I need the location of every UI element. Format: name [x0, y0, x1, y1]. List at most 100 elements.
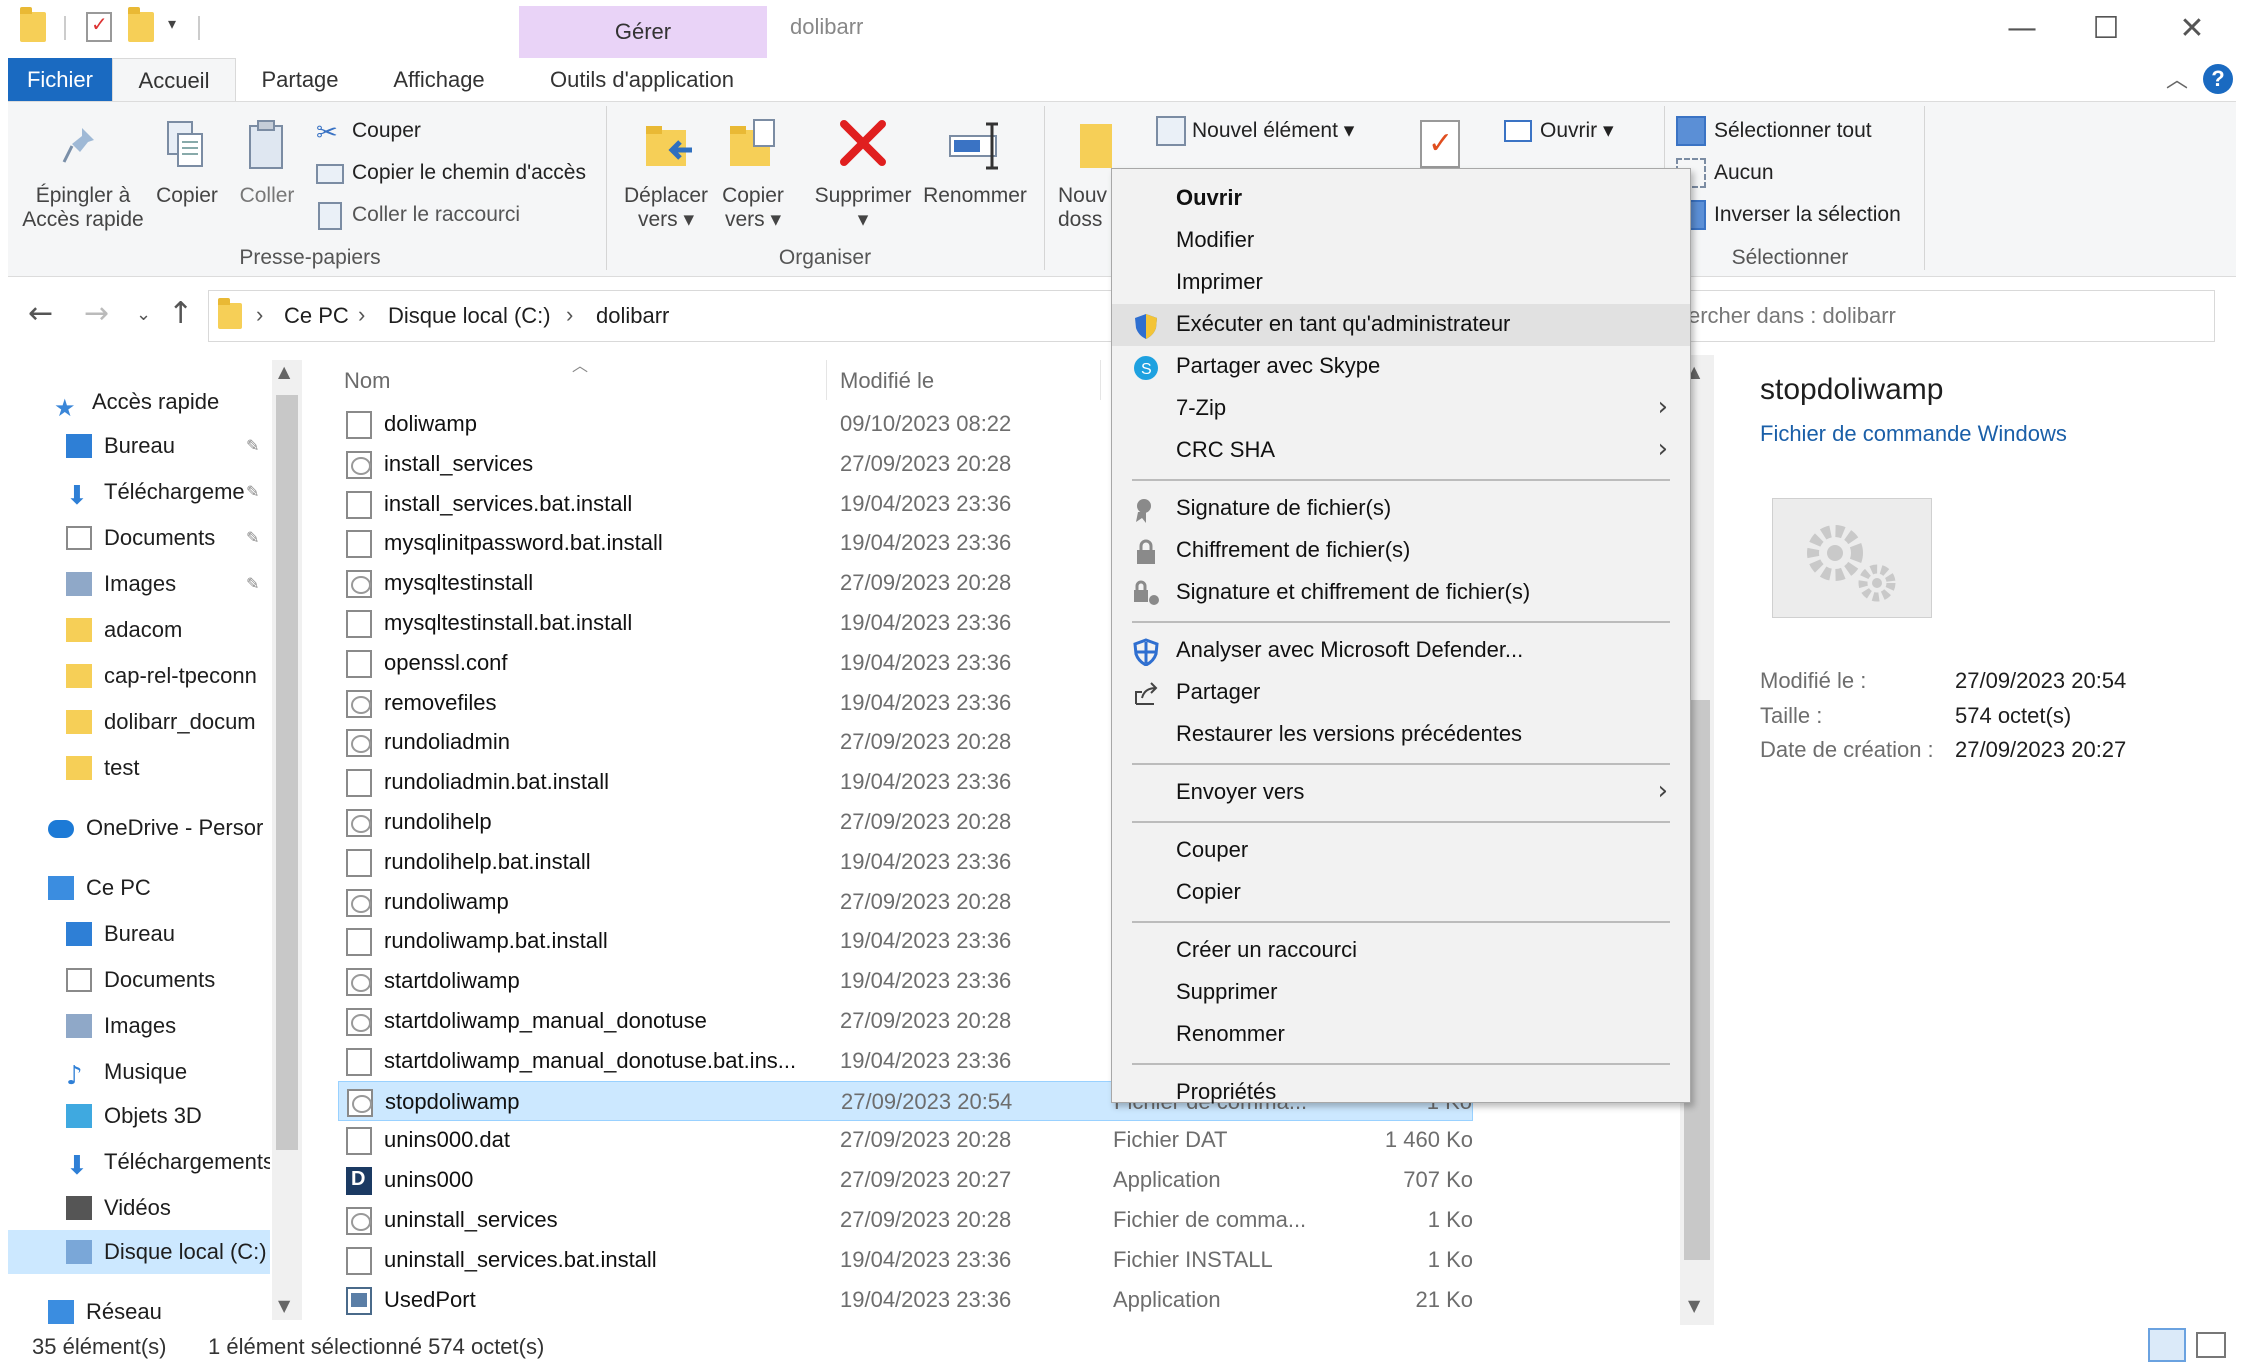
- nav-item[interactable]: adacom: [8, 608, 270, 652]
- nav-item[interactable]: Documents ✎: [8, 516, 270, 560]
- qat-dropdown-icon[interactable]: ▾: [168, 14, 176, 33]
- select-none-button[interactable]: Aucun: [1714, 159, 1774, 187]
- nav-item[interactable]: ⬇ Téléchargements: [8, 1140, 270, 1184]
- copy-path-button[interactable]: Copier le chemin d'accès: [352, 159, 586, 187]
- context-menu-item[interactable]: Renommer: [1112, 1014, 1690, 1054]
- breadcrumb-dolibarr[interactable]: dolibarr: [596, 302, 669, 330]
- new-folder-qat-icon[interactable]: [128, 7, 154, 42]
- back-arrow-icon[interactable]: ←: [28, 296, 53, 331]
- folder-icon: [66, 710, 92, 734]
- nav-item[interactable]: ⬇ Téléchargeme ✎: [8, 470, 270, 514]
- context-menu-item[interactable]: S Partager avec Skype: [1112, 346, 1690, 386]
- file-icon: [346, 649, 372, 678]
- collapse-ribbon-icon[interactable]: ︿: [2166, 62, 2188, 94]
- new-folder-button[interactable]: Nouv doss: [1058, 184, 1112, 232]
- open-button[interactable]: Ouvrir ▾: [1540, 117, 1614, 145]
- context-menu-item[interactable]: Modifier: [1112, 220, 1690, 260]
- forward-arrow-icon[interactable]: →: [84, 296, 109, 331]
- context-menu-item[interactable]: Créer un raccourci: [1112, 930, 1690, 970]
- nav-scroll-up-icon[interactable]: ▲: [278, 362, 290, 381]
- help-icon[interactable]: ?: [2203, 64, 2233, 94]
- delete-button[interactable]: Supprimer ▾: [808, 184, 918, 232]
- new-item-button[interactable]: Nouvel élément ▾: [1192, 117, 1354, 145]
- copy-to-button[interactable]: Copier vers ▾: [708, 184, 798, 232]
- context-menu-item[interactable]: CRC SHA ›: [1112, 430, 1690, 470]
- sign-lock-icon: [1132, 580, 1160, 606]
- nav-item[interactable]: Bureau: [8, 912, 270, 956]
- context-menu-item[interactable]: Ouvrir: [1112, 178, 1690, 218]
- context-menu-item[interactable]: Exécuter en tant qu'administrateur: [1112, 304, 1690, 346]
- file-modified: 19/04/2023 23:36: [840, 530, 1012, 556]
- context-menu-item[interactable]: Signature de fichier(s): [1112, 488, 1690, 528]
- nav-item[interactable]: Objets 3D: [8, 1094, 270, 1138]
- context-menu-item[interactable]: Propriétés: [1112, 1072, 1690, 1112]
- context-menu-item[interactable]: 7-Zip ›: [1112, 388, 1690, 428]
- cut-button[interactable]: Couper: [352, 117, 421, 145]
- breadcrumb-this-pc[interactable]: Ce PC: [284, 302, 349, 330]
- tab-file[interactable]: Fichier: [8, 58, 112, 102]
- title-bar: [0, 0, 2244, 58]
- nav-scrollbar-thumb[interactable]: [276, 395, 298, 1150]
- context-menu-item[interactable]: Chiffrement de fichier(s): [1112, 530, 1690, 570]
- breadcrumb-local-disk[interactable]: Disque local (C:): [388, 302, 551, 330]
- select-group-label: Sélectionner: [1731, 246, 1849, 269]
- file-row[interactable]: unins000 27/09/2023 20:27 Application 707 K…: [338, 1160, 1473, 1200]
- nav-item[interactable]: Images: [8, 1004, 270, 1048]
- nav-item[interactable]: Images ✎: [8, 562, 270, 606]
- move-to-button[interactable]: Déplacer vers ▾: [616, 184, 716, 232]
- nav-item[interactable]: Bureau ✎: [8, 424, 270, 468]
- file-name: UsedPort: [384, 1286, 476, 1312]
- context-menu-item[interactable]: Partager: [1112, 672, 1690, 712]
- nav-item[interactable]: Documents: [8, 958, 270, 1002]
- maximize-button[interactable]: ☐: [2076, 6, 2136, 52]
- rename-button[interactable]: Renommer: [920, 184, 1030, 208]
- tab-view[interactable]: Affichage: [372, 58, 506, 102]
- nav-scroll-down-icon[interactable]: ▼: [278, 1296, 290, 1315]
- file-row[interactable]: uninstall_services.bat.install 19/04/2023…: [338, 1240, 1473, 1280]
- nav-item[interactable]: Disque local (C:): [8, 1230, 270, 1274]
- select-all-button[interactable]: Sélectionner tout: [1714, 117, 1872, 145]
- invert-selection-button[interactable]: Inverser la sélection: [1714, 201, 1901, 229]
- paste-button[interactable]: Coller: [232, 184, 302, 208]
- context-menu-item[interactable]: Restaurer les versions précédentes: [1112, 714, 1690, 754]
- nav-item[interactable]: OneDrive - Persor: [8, 806, 270, 850]
- tab-home[interactable]: Accueil: [112, 58, 236, 102]
- file-modified: 19/04/2023 23:36: [840, 689, 1012, 715]
- tab-share[interactable]: Partage: [248, 58, 352, 102]
- file-row[interactable]: uninstall_services 27/09/2023 20:28 Fichie…: [338, 1200, 1473, 1240]
- pin-quick-access-button[interactable]: Épingler à Accès rapide: [22, 184, 144, 232]
- column-header-name[interactable]: Nom: [344, 368, 390, 394]
- details-view-icon[interactable]: [2148, 1328, 2186, 1362]
- nav-item[interactable]: ★ Accès rapide: [8, 380, 270, 424]
- context-menu-item[interactable]: Supprimer: [1112, 972, 1690, 1012]
- manage-context-tab[interactable]: Gérer: [519, 6, 767, 58]
- file-row[interactable]: UsedPort 19/04/2023 23:36 Application 21 Ko: [338, 1280, 1473, 1320]
- copy-button[interactable]: Copier: [152, 184, 222, 208]
- folder-icon: [20, 7, 46, 42]
- context-menu-item[interactable]: Couper: [1112, 830, 1690, 870]
- context-menu-item[interactable]: Copier: [1112, 872, 1690, 912]
- batch-file-icon: [346, 729, 372, 758]
- column-header-modified[interactable]: Modifié le: [840, 368, 934, 394]
- close-button[interactable]: ✕: [2162, 6, 2222, 52]
- nav-item[interactable]: Vidéos: [8, 1186, 270, 1230]
- context-menu-item[interactable]: Imprimer: [1112, 262, 1690, 302]
- file-row[interactable]: unins000.dat 27/09/2023 20:28 Fichier DAT 1…: [338, 1120, 1473, 1160]
- nav-item[interactable]: Ce PC: [8, 866, 270, 910]
- large-icons-view-icon[interactable]: [2196, 1332, 2226, 1358]
- nav-item[interactable]: dolibarr_docum: [8, 700, 270, 744]
- minimize-button[interactable]: —: [1992, 6, 2052, 52]
- tab-app-tools[interactable]: Outils d'application: [526, 58, 758, 102]
- nav-item[interactable]: test: [8, 746, 270, 790]
- up-arrow-icon[interactable]: ↑: [168, 296, 193, 331]
- context-menu-item[interactable]: Envoyer vers ›: [1112, 772, 1690, 812]
- context-menu-item[interactable]: Signature et chiffrement de fichier(s): [1112, 572, 1690, 612]
- context-menu-label: Propriétés: [1176, 1079, 1277, 1104]
- recent-locations-icon[interactable]: ⌄: [136, 304, 151, 325]
- nav-item[interactable]: ♪ Musique: [8, 1050, 270, 1094]
- nav-item[interactable]: cap-rel-tpeconn: [8, 654, 270, 698]
- properties-icon[interactable]: ✓: [86, 12, 112, 42]
- list-scroll-down-icon[interactable]: ▼: [1688, 1296, 1700, 1315]
- paste-shortcut-button[interactable]: Coller le raccourci: [352, 201, 520, 229]
- context-menu-item[interactable]: Analyser avec Microsoft Defender...: [1112, 630, 1690, 670]
